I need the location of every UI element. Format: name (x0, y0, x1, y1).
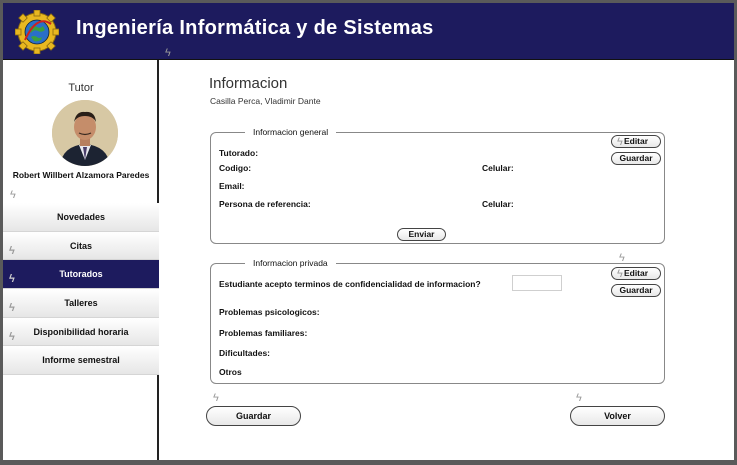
general-info-legend: Informacion general (245, 127, 337, 138)
broken-link-icon: ϟ (9, 273, 15, 286)
tutor-label: Tutor (68, 82, 94, 94)
broken-link-icon: ϟ (617, 136, 623, 148)
general-info-panel: Informacion general Tutorado: Codigo: Ce… (210, 127, 665, 244)
app-window: Ingeniería Informática y de Sistemas ϟ T… (3, 3, 734, 460)
broken-link-icon: ϟ (9, 302, 15, 315)
sidebar-item-talleres[interactable]: ϟ Talleres (3, 289, 159, 318)
back-button[interactable]: Volver (570, 406, 665, 426)
broken-link-icon: ϟ (617, 268, 623, 280)
sidebar-item-label: Talleres (64, 298, 98, 309)
tutorado-label: Tutorado: (219, 148, 259, 158)
app-header: Ingeniería Informática y de Sistemas ϟ (3, 3, 734, 60)
psychological-problems-label: Problemas psicologicos: (219, 307, 320, 317)
save-button[interactable]: Guardar (206, 406, 301, 426)
sidebar-item-label: Tutorados (59, 269, 103, 280)
sidebar-item-label: Novedades (56, 212, 106, 222)
family-problems-label: Problemas familiares: (219, 328, 308, 338)
sidebar: Tutor Robert Willbert Alzamora Paredes ϟ… (3, 60, 159, 460)
sidebar-item-label: Informe semestral (42, 355, 120, 366)
confidentiality-question: Estudiante acepto terminos de confidenci… (219, 279, 481, 289)
app-title: Ingeniería Informática y de Sistemas (76, 17, 434, 39)
tutor-photo (52, 100, 118, 166)
sidebar-item-citas[interactable]: ϟ Citas (3, 231, 159, 261)
broken-link-icon: ϟ (165, 47, 171, 59)
tutor-name: Robert Willbert Alzamora Paredes (12, 170, 150, 180)
sidebar-nav: Novedades ϟ Citas ϟ Tutorados ϟ Talleres… (3, 203, 159, 376)
sidebar-item-informe[interactable]: Informe semestral (3, 346, 159, 376)
confidentiality-input[interactable] (512, 275, 562, 291)
avatar (52, 100, 118, 166)
private-info-panel: Informacion privada Estudiante acepto te… (210, 258, 665, 384)
celular-label: Celular: (482, 163, 514, 173)
others-label: Otros (219, 367, 242, 377)
sidebar-item-label: Citas (69, 240, 92, 251)
broken-link-icon: ϟ (9, 244, 15, 257)
main-content: Informacion Casilla Perca, Vladimir Dant… (161, 60, 734, 460)
sidebar-item-tutorados[interactable]: ϟ Tutorados (3, 260, 159, 290)
persona-referencia-label: Persona de referencia: (219, 199, 311, 209)
send-button[interactable]: Enviar (397, 228, 446, 241)
difficulties-label: Dificultades: (219, 348, 271, 358)
save-private-button[interactable]: Guardar (611, 284, 661, 297)
broken-link-icon: ϟ (10, 189, 16, 201)
save-general-button[interactable]: Guardar (611, 152, 661, 165)
broken-link-icon: ϟ (576, 392, 582, 404)
sidebar-item-novedades[interactable]: Novedades (3, 203, 159, 232)
page-title: Informacion (209, 75, 288, 92)
private-info-legend: Informacion privada (245, 258, 336, 269)
sidebar-item-label: Disponibilidad horaria (33, 326, 129, 337)
student-name: Casilla Perca, Vladimir Dante (210, 96, 321, 106)
celular-referencia-label: Celular: (482, 199, 514, 209)
email-label: Email: (219, 181, 245, 191)
gear-globe-logo (15, 10, 59, 54)
broken-link-icon: ϟ (213, 392, 219, 404)
sidebar-item-disponibilidad[interactable]: ϟ Disponibilidad horaria (3, 317, 159, 347)
codigo-label: Codigo: (219, 163, 252, 173)
broken-link-icon: ϟ (9, 330, 15, 343)
